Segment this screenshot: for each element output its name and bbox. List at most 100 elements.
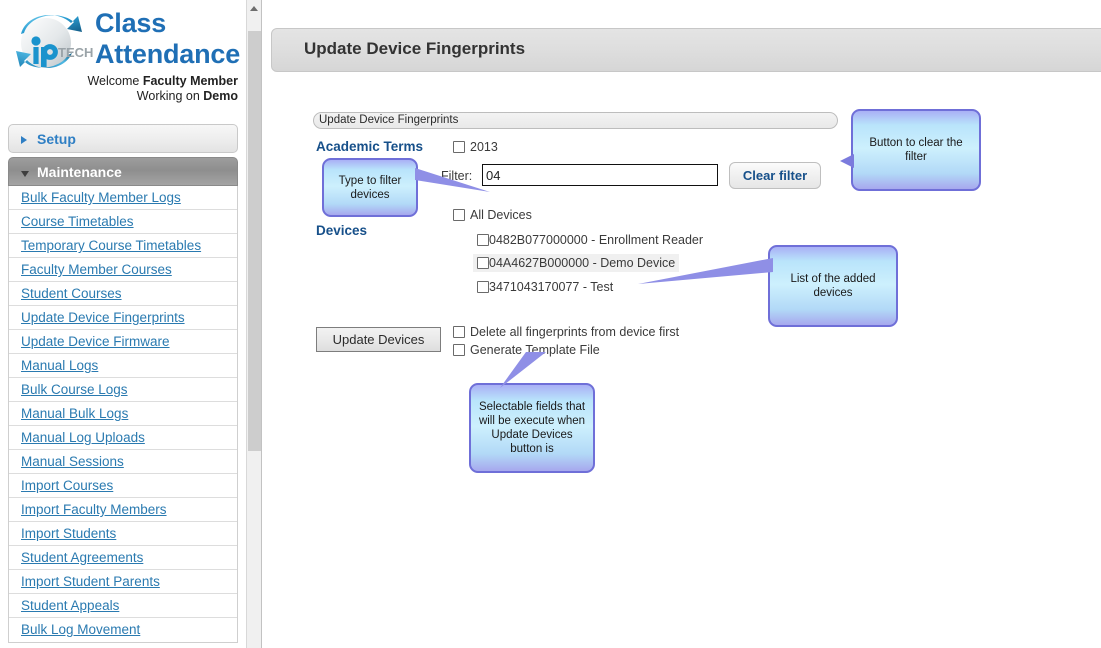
welcome-message: Welcome Faculty Member Working on Demo (3, 74, 238, 104)
welcome-line: Welcome Faculty Member (3, 74, 238, 89)
working-prefix: Working on (136, 89, 204, 103)
sidebar-scrollbar[interactable] (246, 0, 262, 648)
device-row[interactable]: 3471043170077 - Test (473, 278, 617, 296)
chevron-up-icon (250, 6, 258, 11)
all-devices-row[interactable]: All Devices (453, 208, 532, 222)
scrollbar-thumb[interactable] (248, 31, 261, 451)
sidebar-item-manual-sessions[interactable]: Manual Sessions (9, 450, 237, 474)
app-title-line2: Attendance (95, 39, 241, 69)
welcome-prefix: Welcome (87, 74, 143, 88)
academic-terms-label: Academic Terms (316, 139, 424, 154)
sidebar-item-manual-logs[interactable]: Manual Logs (9, 354, 237, 378)
sidebar-item-label[interactable]: Bulk Course Logs (21, 382, 128, 397)
iptech-globe-logo-icon: TECH (10, 6, 98, 78)
sidebar-item-label[interactable]: Import Student Parents (21, 574, 160, 589)
application-window: TECH Class Attendance Welcome Faculty Me… (0, 0, 1101, 648)
chevron-right-icon (21, 136, 27, 144)
sidebar-item-faculty-member-courses[interactable]: Faculty Member Courses (9, 258, 237, 282)
sidebar-section-setup-label: Setup (37, 131, 76, 147)
callout-type-filter-text: Type to filter devices (338, 174, 402, 201)
sidebar-item-label[interactable]: Import Faculty Members (21, 502, 167, 517)
sidebar-item-label[interactable]: Bulk Log Movement (21, 622, 140, 637)
form-legend-bar: Update Device Fingerprints (313, 112, 838, 129)
svg-text:TECH: TECH (58, 45, 93, 60)
academic-term-2013-checkbox[interactable] (453, 141, 465, 153)
sidebar-item-label[interactable]: Temporary Course Timetables (21, 238, 201, 253)
sidebar-item-manual-log-uploads[interactable]: Manual Log Uploads (9, 426, 237, 450)
sidebar-item-manual-bulk-logs[interactable]: Manual Bulk Logs (9, 402, 237, 426)
devices-label: Devices (316, 223, 368, 238)
sidebar-item-student-appeals[interactable]: Student Appeals (9, 594, 237, 618)
sidebar-item-import-student-parents[interactable]: Import Student Parents (9, 570, 237, 594)
delete-fingerprints-checkbox[interactable] (453, 326, 465, 338)
callout-type-filter-arrow (415, 168, 490, 192)
app-title: Class Attendance (95, 8, 245, 70)
sidebar-item-bulk-course-logs[interactable]: Bulk Course Logs (9, 378, 237, 402)
working-line: Working on Demo (3, 89, 238, 104)
callout-selectable-fields-arrow (500, 352, 546, 388)
sidebar-item-student-agreements[interactable]: Student Agreements (9, 546, 237, 570)
callout-clear-filter-text: Button to clear the filter (869, 137, 963, 163)
sidebar: TECH Class Attendance Welcome Faculty Me… (0, 0, 246, 648)
generate-template-checkbox[interactable] (453, 344, 465, 356)
device-checkbox[interactable] (477, 281, 489, 293)
callout-clear-filter-tail (840, 154, 854, 168)
sidebar-item-import-faculty-members[interactable]: Import Faculty Members (9, 498, 237, 522)
sidebar-item-bulk-log-movement[interactable]: Bulk Log Movement (9, 618, 237, 642)
chevron-down-icon (21, 171, 29, 177)
callout-device-list-text: List of the added devices (790, 273, 876, 299)
sidebar-item-label[interactable]: Manual Bulk Logs (21, 406, 128, 421)
device-checkbox[interactable] (477, 234, 489, 246)
sidebar-item-update-device-fingerprints[interactable]: Update Device Fingerprints (9, 306, 237, 330)
sidebar-item-label[interactable]: Student Agreements (21, 550, 143, 565)
sidebar-item-label[interactable]: Import Students (21, 526, 116, 541)
sidebar-item-student-courses[interactable]: Student Courses (9, 282, 237, 306)
sidebar-item-label[interactable]: Import Courses (21, 478, 113, 493)
sidebar-section-maintenance-label: Maintenance (37, 164, 122, 180)
callout-device-list: List of the added devices (768, 245, 898, 327)
academic-term-2013-label: 2013 (470, 140, 498, 154)
sidebar-item-label[interactable]: Manual Sessions (21, 454, 124, 469)
sidebar-item-import-students[interactable]: Import Students (9, 522, 237, 546)
sidebar-item-import-courses[interactable]: Import Courses (9, 474, 237, 498)
sidebar-item-label[interactable]: Course Timetables (21, 214, 134, 229)
sidebar-item-label[interactable]: Manual Log Uploads (21, 430, 145, 445)
sidebar-item-course-timetables[interactable]: Course Timetables (9, 210, 237, 234)
sidebar-section-maintenance[interactable]: Maintenance (8, 157, 238, 186)
academic-term-2013-row[interactable]: 2013 (453, 140, 498, 154)
callout-clear-filter: Button to clear the filter (851, 109, 981, 191)
callout-device-list-arrow (638, 258, 773, 284)
sidebar-item-label[interactable]: Update Device Firmware (21, 334, 170, 349)
scrollbar-up-button[interactable] (247, 0, 261, 17)
device-label: 3471043170077 - Test (489, 280, 614, 294)
update-devices-button[interactable]: Update Devices (316, 327, 441, 352)
all-devices-label: All Devices (470, 208, 532, 222)
callout-selectable-fields: Selectable fields that will be execute w… (469, 383, 595, 473)
callout-selectable-fields-text: Selectable fields that will be execute w… (478, 401, 586, 455)
sidebar-menu-list: Bulk Faculty Member Logs Course Timetabl… (8, 186, 238, 643)
device-checkbox[interactable] (477, 257, 489, 269)
filter-input[interactable] (482, 164, 718, 186)
page-title: Update Device Fingerprints (304, 39, 526, 58)
brand-header: TECH Class Attendance Welcome Faculty Me… (0, 0, 246, 108)
main-content: Update Device Fingerprints Update Device… (263, 0, 1101, 648)
sidebar-item-label[interactable]: Faculty Member Courses (21, 262, 172, 277)
sidebar-item-temporary-course-timetables[interactable]: Temporary Course Timetables (9, 234, 237, 258)
sidebar-item-label[interactable]: Update Device Fingerprints (21, 310, 185, 325)
sidebar-item-label[interactable]: Manual Logs (21, 358, 98, 373)
delete-fingerprints-row[interactable]: Delete all fingerprints from device firs… (453, 325, 679, 339)
callout-type-filter: Type to filter devices (322, 158, 418, 217)
sidebar-section-setup[interactable]: Setup (8, 124, 238, 153)
working-target: Demo (203, 89, 238, 103)
device-row[interactable]: 0482B077000000 - Enrollment Reader (473, 231, 707, 249)
sidebar-item-label[interactable]: Student Appeals (21, 598, 119, 613)
clear-filter-button[interactable]: Clear filter (729, 162, 821, 189)
sidebar-item-update-device-firmware[interactable]: Update Device Firmware (9, 330, 237, 354)
sidebar-item-label[interactable]: Bulk Faculty Member Logs (21, 190, 181, 205)
device-label: 0482B077000000 - Enrollment Reader (489, 233, 704, 247)
sidebar-item-label[interactable]: Student Courses (21, 286, 122, 301)
app-title-line1: Class (95, 8, 167, 38)
all-devices-checkbox[interactable] (453, 209, 465, 221)
sidebar-item-bulk-faculty-member-logs[interactable]: Bulk Faculty Member Logs (9, 186, 237, 210)
page-header: Update Device Fingerprints (271, 28, 1101, 72)
